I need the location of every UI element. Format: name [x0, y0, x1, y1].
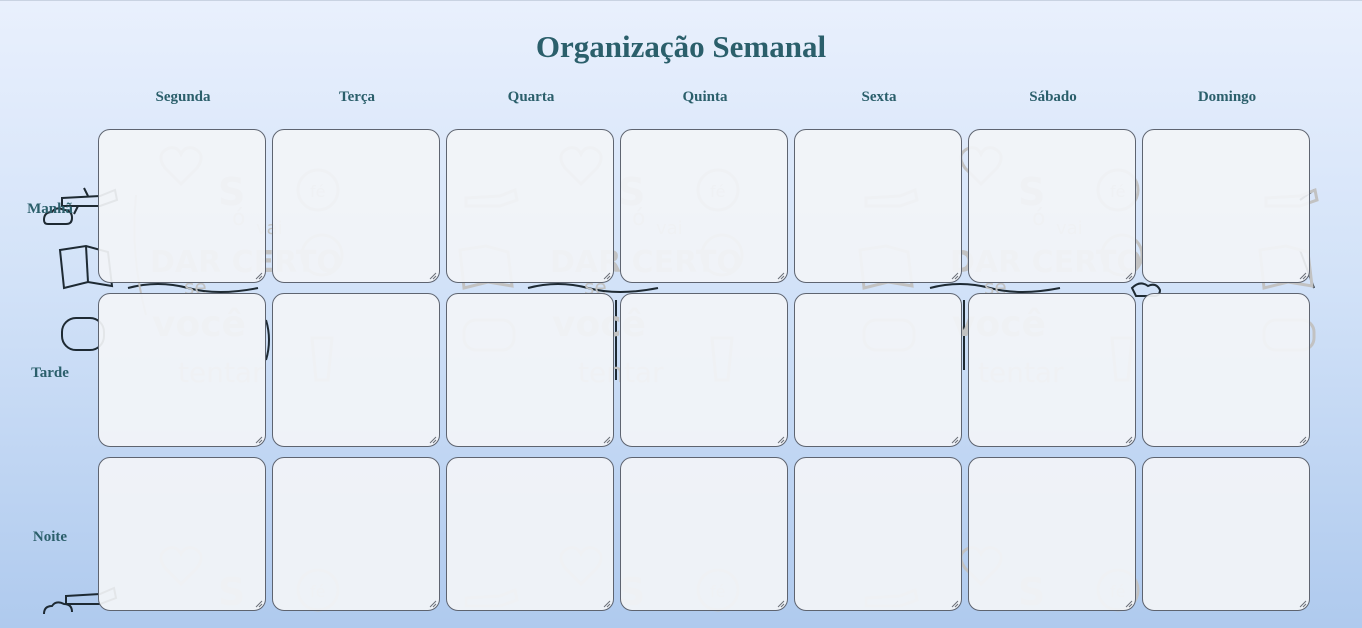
- period-label-tarde: Tarde: [31, 365, 69, 381]
- resize-handle-icon[interactable]: [603, 272, 611, 280]
- note-cell-manha-terca[interactable]: [272, 129, 440, 283]
- period-label-noite: Noite: [32, 529, 68, 545]
- note-cell-tarde-terca[interactable]: [272, 293, 440, 447]
- resize-handle-icon[interactable]: [255, 272, 263, 280]
- day-header-quinta: Quinta: [682, 89, 728, 105]
- day-header-quarta: Quarta: [507, 89, 555, 105]
- resize-handle-icon[interactable]: [951, 436, 959, 444]
- note-cell-tarde-quarta[interactable]: [446, 293, 614, 447]
- note-cell-manha-segunda[interactable]: [98, 129, 266, 283]
- day-header-segunda: Segunda: [155, 89, 211, 105]
- note-cell-tarde-segunda[interactable]: [98, 293, 266, 447]
- note-cell-tarde-domingo[interactable]: [1142, 293, 1310, 447]
- resize-handle-icon[interactable]: [1125, 600, 1133, 608]
- note-cell-manha-quinta[interactable]: [620, 129, 788, 283]
- resize-handle-icon[interactable]: [777, 272, 785, 280]
- day-header-terca: Terça: [338, 89, 376, 105]
- note-cell-noite-sexta[interactable]: [794, 457, 962, 611]
- note-cell-noite-terca[interactable]: [272, 457, 440, 611]
- resize-handle-icon[interactable]: [777, 600, 785, 608]
- period-label-manha: Manhã: [27, 201, 73, 217]
- resize-handle-icon[interactable]: [603, 436, 611, 444]
- resize-handle-icon[interactable]: [951, 600, 959, 608]
- resize-handle-icon[interactable]: [951, 272, 959, 280]
- note-cell-manha-sexta[interactable]: [794, 129, 962, 283]
- resize-handle-icon[interactable]: [1299, 436, 1307, 444]
- resize-handle-icon[interactable]: [603, 600, 611, 608]
- note-cell-noite-sabado[interactable]: [968, 457, 1136, 611]
- note-cell-noite-segunda[interactable]: [98, 457, 266, 611]
- note-cell-tarde-sexta[interactable]: [794, 293, 962, 447]
- resize-handle-icon[interactable]: [777, 436, 785, 444]
- page-title: Organização Semanal: [535, 29, 827, 64]
- day-header-sexta: Sexta: [861, 89, 897, 105]
- resize-handle-icon[interactable]: [255, 436, 263, 444]
- day-header-sabado: Sábado: [1029, 89, 1077, 105]
- note-cell-tarde-sabado[interactable]: [968, 293, 1136, 447]
- resize-handle-icon[interactable]: [255, 600, 263, 608]
- note-cell-manha-sabado[interactable]: [968, 129, 1136, 283]
- resize-handle-icon[interactable]: [1125, 272, 1133, 280]
- resize-handle-icon[interactable]: [1299, 600, 1307, 608]
- note-cell-noite-quarta[interactable]: [446, 457, 614, 611]
- day-header-domingo: Domingo: [1197, 89, 1257, 105]
- resize-handle-icon[interactable]: [429, 272, 437, 280]
- note-cell-noite-quinta[interactable]: [620, 457, 788, 611]
- resize-handle-icon[interactable]: [429, 600, 437, 608]
- note-cell-manha-quarta[interactable]: [446, 129, 614, 283]
- note-cell-tarde-quinta[interactable]: [620, 293, 788, 447]
- top-border-line: [0, 0, 1362, 1]
- resize-handle-icon[interactable]: [429, 436, 437, 444]
- note-cell-noite-domingo[interactable]: [1142, 457, 1310, 611]
- note-cell-manha-domingo[interactable]: [1142, 129, 1310, 283]
- resize-handle-icon[interactable]: [1299, 272, 1307, 280]
- resize-handle-icon[interactable]: [1125, 436, 1133, 444]
